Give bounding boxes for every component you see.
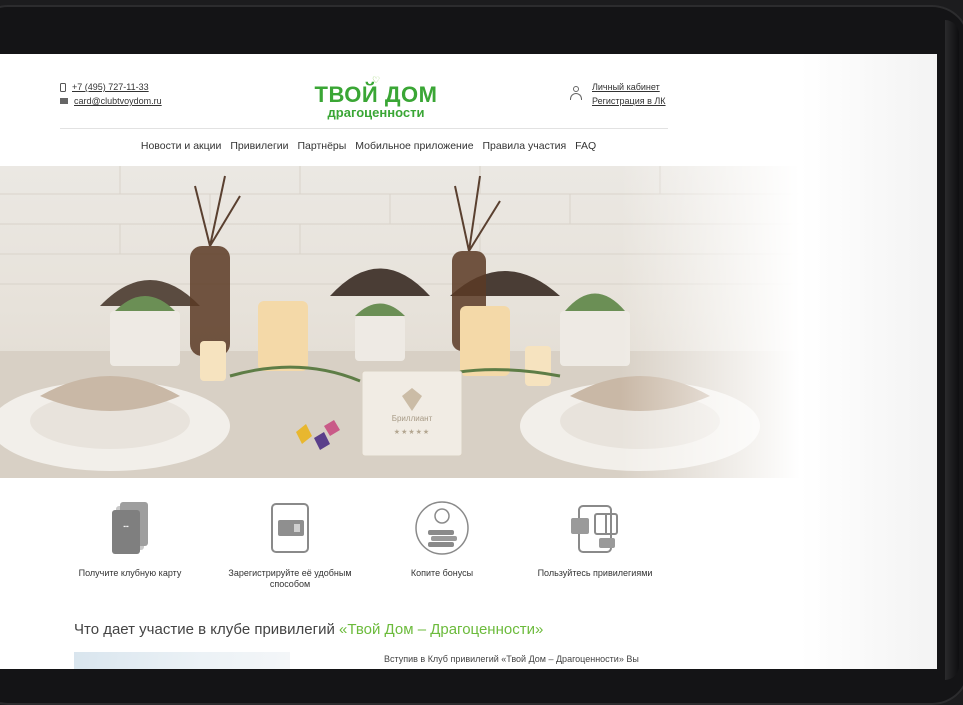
- gift-phone-icon: [571, 505, 618, 553]
- user-icon: [570, 86, 582, 100]
- mail-icon: [60, 98, 68, 104]
- main-nav: Новости и акции Привилегии Партнёры Моби…: [0, 140, 737, 152]
- phone-row: +7 (495) 727-11-33: [60, 80, 162, 94]
- hero-banner: Бриллиант ★★★★★: [0, 166, 800, 478]
- section-title-accent: «Твой Дом – Драгоценности»: [339, 621, 544, 638]
- section-image: [74, 652, 290, 669]
- page-background-right: [800, 54, 937, 669]
- hero-card-stars: ★★★★★: [393, 429, 431, 436]
- step-get-card: ▪▪▪ Получите клубную карту: [60, 498, 200, 579]
- step-label: Зарегистрируйте её удобным способом: [228, 568, 352, 589]
- phone-link[interactable]: +7 (495) 727-11-33: [72, 80, 149, 94]
- nav-item-rules[interactable]: Правила участия: [482, 140, 566, 152]
- hero-card-label: Бриллиант: [391, 414, 433, 423]
- hero-fade: [620, 166, 800, 478]
- step-use-privileges: Пользуйтесь привилегиями: [525, 498, 665, 579]
- section-title-plain: Что дает участие в клубе привилегий: [74, 621, 340, 638]
- nav-item-privileges[interactable]: Привилегии: [230, 140, 288, 152]
- section-title: Что дает участие в клубе привилегий «Тво…: [74, 621, 543, 638]
- email-row: card@clubtvoydom.ru: [60, 94, 162, 108]
- club-card-icon: ▪▪▪: [112, 502, 148, 554]
- account-link[interactable]: Личный кабинет: [592, 80, 666, 94]
- header-divider: [60, 128, 668, 129]
- logo-title: ТВОЙ ДОМ: [314, 82, 438, 107]
- tablet-edge: [945, 20, 959, 680]
- email-link[interactable]: card@clubtvoydom.ru: [74, 94, 162, 108]
- nav-item-news[interactable]: Новости и акции: [141, 140, 222, 152]
- nav-item-faq[interactable]: FAQ: [575, 140, 596, 152]
- logo-subtitle: драгоценности: [327, 105, 425, 120]
- site-logo[interactable]: ♡ ТВОЙ ДОМ драгоценности: [314, 76, 438, 120]
- step-label: Пользуйтесь привилегиями: [537, 568, 653, 578]
- account-links: Личный кабинет Регистрация в ЛК: [570, 80, 666, 108]
- coins-stack-icon: [415, 501, 469, 555]
- step-label: Копите бонусы: [410, 568, 474, 578]
- nav-item-mobile-app[interactable]: Мобильное приложение: [355, 140, 473, 152]
- svg-text:▪▪▪: ▪▪▪: [123, 524, 129, 530]
- register-link[interactable]: Регистрация в ЛК: [592, 94, 666, 108]
- step-collect-bonuses: Копите бонусы: [372, 498, 512, 579]
- section-text: Вступив в Клуб привилегий «Твой Дом – Др…: [384, 654, 639, 664]
- step-register: Зарегистрируйте её удобным способом: [220, 498, 360, 590]
- nav-item-partners[interactable]: Партнёры: [297, 140, 346, 152]
- phone-icon: [60, 82, 66, 92]
- step-label: Получите клубную карту: [78, 568, 182, 578]
- website-screen: +7 (495) 727-11-33 card@clubtvoydom.ru ♡…: [0, 54, 937, 669]
- tablet-register-icon: [271, 503, 309, 553]
- header-contacts: +7 (495) 727-11-33 card@clubtvoydom.ru: [60, 80, 162, 108]
